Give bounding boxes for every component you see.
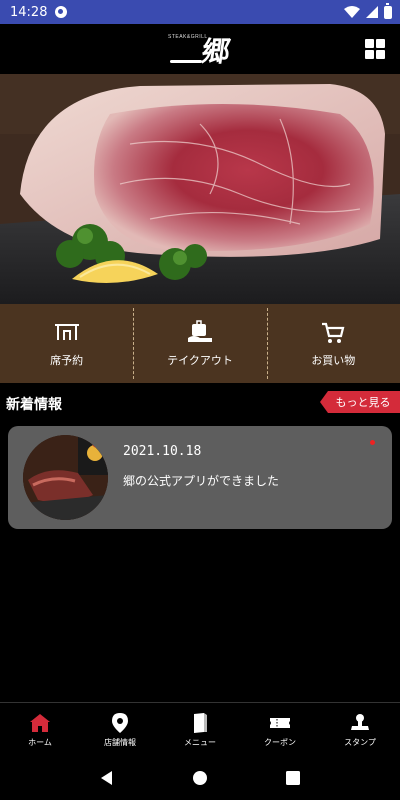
news-section-header: 新着情報 もっと見る bbox=[0, 390, 400, 416]
nav-label: ホーム bbox=[28, 737, 52, 747]
nav-item-coupon[interactable]: クーポン bbox=[240, 703, 320, 756]
system-navigation bbox=[0, 756, 400, 800]
grid-cell bbox=[365, 50, 374, 59]
nav-label: メニュー bbox=[184, 737, 216, 747]
coupon-ticket-icon bbox=[270, 717, 290, 728]
steak-illustration bbox=[0, 74, 400, 304]
back-icon[interactable] bbox=[99, 770, 115, 786]
logo-kanji: 郷 bbox=[199, 35, 233, 68]
battery-icon bbox=[384, 2, 392, 19]
nav-label: クーポン bbox=[264, 737, 296, 747]
app-notification-icon bbox=[55, 6, 68, 18]
home-circle-icon[interactable] bbox=[192, 770, 208, 786]
news-title: 新着情報 bbox=[6, 397, 62, 413]
bottom-navigation: ホーム 店舗情報 メニュー クーポン スタンプ bbox=[0, 702, 400, 756]
menu-item-label: 席予約 bbox=[50, 353, 84, 367]
app-header: STEAK&GRILL 郷 bbox=[0, 24, 400, 74]
menu-book-icon bbox=[194, 712, 207, 733]
menu-item-reservation[interactable]: 席予約 bbox=[0, 304, 133, 383]
more-button[interactable]: もっと見る bbox=[320, 391, 400, 413]
stamp-icon bbox=[351, 713, 369, 730]
cell-signal-icon bbox=[366, 6, 378, 18]
shopping-cart-icon bbox=[322, 322, 345, 343]
status-bar: 14:28 bbox=[0, 0, 400, 24]
menu-item-shopping[interactable]: お買い物 bbox=[266, 304, 400, 383]
status-time: 14:28 bbox=[10, 4, 48, 20]
news-card[interactable]: 2021.10.18 郷の公式アプリができました bbox=[8, 426, 392, 529]
menu-item-takeout[interactable]: テイクアウト bbox=[133, 304, 266, 383]
grid-cell bbox=[376, 39, 385, 48]
menu-item-label: お買い物 bbox=[311, 353, 356, 367]
nav-item-home[interactable]: ホーム bbox=[0, 703, 80, 756]
logo-stroke bbox=[170, 60, 202, 63]
recents-icon[interactable] bbox=[285, 770, 301, 786]
nav-item-stamp[interactable]: スタンプ bbox=[320, 703, 400, 756]
grid-cell bbox=[376, 50, 385, 59]
news-text: 郷の公式アプリができました bbox=[123, 474, 280, 488]
table-reservation-icon bbox=[54, 323, 79, 340]
location-pin-icon bbox=[112, 712, 128, 733]
grid-menu-icon[interactable] bbox=[365, 39, 385, 59]
menu-item-label: テイクアウト bbox=[167, 353, 233, 367]
wifi-icon bbox=[344, 6, 360, 18]
news-date: 2021.10.18 bbox=[123, 444, 202, 459]
takeout-bag-icon bbox=[187, 319, 212, 342]
home-icon bbox=[30, 713, 50, 732]
news-thumbnail bbox=[23, 435, 108, 520]
status-icons bbox=[344, 2, 392, 19]
nav-item-menu[interactable]: メニュー bbox=[160, 703, 240, 756]
hero-steak-photo bbox=[0, 74, 400, 304]
quick-menu: 席予約 テイクアウト お買い物 bbox=[0, 304, 400, 383]
nav-item-store-info[interactable]: 店舗情報 bbox=[80, 703, 160, 756]
logo-subtext: STEAK&GRILL bbox=[168, 34, 208, 40]
brand-logo: STEAK&GRILL 郷 bbox=[168, 30, 238, 70]
unread-dot-icon bbox=[370, 440, 375, 445]
grid-cell bbox=[365, 39, 374, 48]
nav-label: 店舗情報 bbox=[104, 737, 136, 747]
nav-label: スタンプ bbox=[344, 737, 376, 747]
news-thumb-image bbox=[23, 435, 108, 520]
